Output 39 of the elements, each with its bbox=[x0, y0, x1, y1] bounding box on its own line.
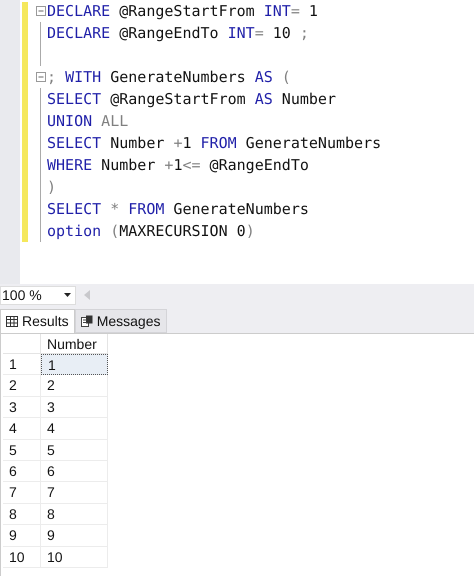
row-number[interactable]: 8 bbox=[3, 504, 41, 526]
tab-label: Messages bbox=[96, 312, 160, 331]
code-line: SELECT Number +1 FROM GenerateNumbers bbox=[47, 133, 382, 154]
zoom-dropdown[interactable]: 100 % bbox=[0, 286, 76, 304]
table-cell[interactable]: 5 bbox=[41, 440, 108, 461]
table-cell[interactable]: 9 bbox=[41, 525, 108, 547]
code-line: ) bbox=[47, 177, 56, 198]
grid-icon bbox=[6, 316, 18, 327]
code-line: SELECT * FROM GenerateNumbers bbox=[47, 199, 309, 220]
code-line: ; WITH GenerateNumbers AS ( bbox=[47, 67, 291, 88]
code-line: SELECT @RangeStartFrom AS Number bbox=[47, 89, 336, 110]
row-number[interactable]: 4 bbox=[3, 418, 41, 440]
table-cell[interactable]: 10 bbox=[41, 546, 108, 568]
table-cell[interactable]: 6 bbox=[41, 460, 108, 482]
row-number[interactable]: 6 bbox=[3, 460, 41, 482]
row-number[interactable]: 2 bbox=[3, 375, 41, 397]
caret-icon bbox=[64, 293, 71, 297]
code-line: UNION ALL bbox=[47, 111, 128, 132]
table-cell[interactable]: 4 bbox=[41, 418, 108, 440]
table-cell[interactable]: 8 bbox=[41, 504, 108, 526]
table-cell[interactable]: 1 bbox=[41, 354, 108, 376]
results-tab[interactable]: Results bbox=[0, 309, 75, 333]
document-icon bbox=[80, 315, 93, 327]
code-line: WHERE Number +1<= @RangeEndTo bbox=[47, 155, 309, 176]
code-line: DECLARE @RangeStartFrom INT= 1 bbox=[47, 1, 318, 22]
row-number[interactable]: 3 bbox=[3, 396, 41, 418]
collapse-icon[interactable] bbox=[36, 72, 46, 82]
row-number[interactable]: 9 bbox=[3, 525, 41, 547]
row-number[interactable]: 5 bbox=[3, 440, 41, 461]
table-cell[interactable]: 7 bbox=[41, 482, 108, 504]
code-line: option (MAXRECURSION 0) bbox=[47, 221, 255, 242]
code-line: DECLARE @RangeEndTo INT= 10 ; bbox=[47, 23, 309, 44]
tab-label: Results bbox=[22, 312, 69, 331]
table-cell[interactable]: 2 bbox=[41, 375, 108, 397]
row-number[interactable]: 7 bbox=[3, 482, 41, 504]
table-cell[interactable]: 3 bbox=[41, 396, 108, 418]
row-number[interactable]: 10 bbox=[3, 546, 41, 568]
collapse-icon[interactable] bbox=[36, 6, 46, 16]
results-tab[interactable]: Messages bbox=[74, 309, 166, 333]
